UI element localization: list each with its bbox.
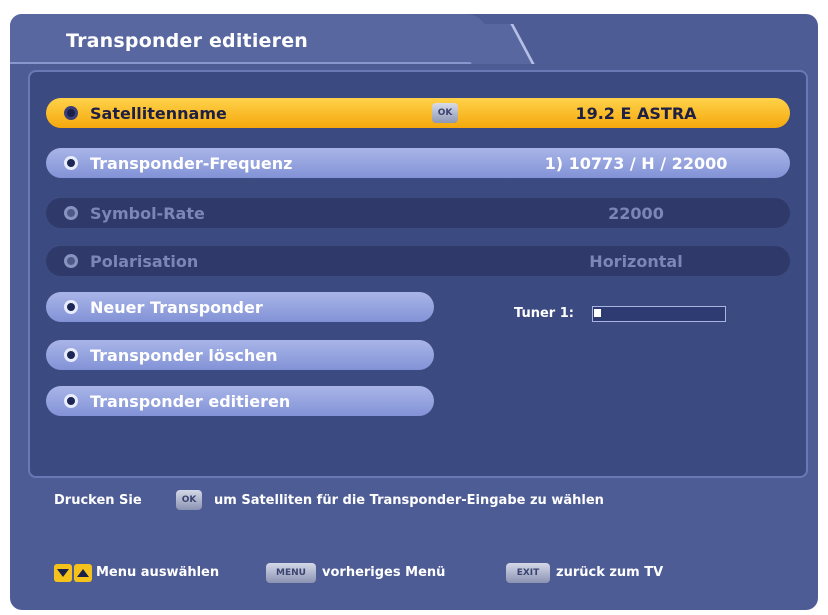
button-label: Neuer Transponder	[90, 297, 263, 317]
bullet-icon	[64, 106, 78, 120]
bullet-icon	[64, 206, 78, 220]
button-neuer-transponder[interactable]: Neuer Transponder	[46, 292, 434, 322]
exit-key-icon: EXIT	[506, 563, 550, 583]
tuner-label: Tuner 1:	[514, 306, 574, 321]
arrow-up-key-icon	[74, 564, 92, 582]
button-transponder-loeschen[interactable]: Transponder löschen	[46, 340, 434, 370]
menu-key-icon: MENU	[266, 563, 316, 583]
stb-screen: Transponder editieren Satellitenname OK …	[10, 14, 818, 610]
row-value: 19.2 E ASTRA	[575, 103, 697, 123]
bullet-icon	[64, 348, 78, 362]
row-label: Satellitenname	[90, 103, 227, 123]
arrow-down-key-icon	[54, 564, 72, 582]
tuner-signal-fill	[594, 309, 601, 317]
button-transponder-editieren[interactable]: Transponder editieren	[46, 386, 434, 416]
button-label: Transponder löschen	[90, 345, 278, 365]
hint-prefix: Drucken Sie	[54, 493, 142, 508]
row-symbol-rate: Symbol-Rate 22000	[46, 198, 790, 228]
title-tab: Transponder editieren	[10, 14, 488, 64]
row-value: 1) 10773 / H / 22000	[544, 153, 728, 173]
ok-key-icon: OK	[432, 103, 458, 123]
row-label: Symbol-Rate	[90, 203, 205, 223]
hint-text: um Satelliten für die Transponder-Eingab…	[214, 493, 604, 508]
button-label: Transponder editieren	[90, 391, 291, 411]
bullet-icon	[64, 300, 78, 314]
row-polarisation: Polarisation Horizontal	[46, 246, 790, 276]
bullet-icon	[64, 394, 78, 408]
settings-panel: Satellitenname OK 19.2 E ASTRA Transpond…	[28, 70, 808, 478]
row-value: 22000	[608, 203, 664, 223]
row-label: Polarisation	[90, 251, 199, 271]
bullet-icon	[64, 254, 78, 268]
row-label: Transponder-Frequenz	[90, 153, 293, 173]
footer-back-tv: zurück zum TV	[556, 565, 664, 580]
row-transponder-frequenz[interactable]: Transponder-Frequenz 1) 10773 / H / 2200…	[46, 148, 790, 178]
bullet-icon	[64, 156, 78, 170]
page-title: Transponder editieren	[66, 30, 309, 52]
row-value: Horizontal	[589, 251, 683, 271]
footer-menu-select: Menu auswählen	[96, 565, 220, 580]
row-satellitenname[interactable]: Satellitenname OK 19.2 E ASTRA	[46, 98, 790, 128]
tuner-signal-bar	[592, 306, 726, 322]
ok-key-icon: OK	[176, 490, 202, 510]
footer-prev-menu: vorheriges Menü	[322, 565, 446, 580]
